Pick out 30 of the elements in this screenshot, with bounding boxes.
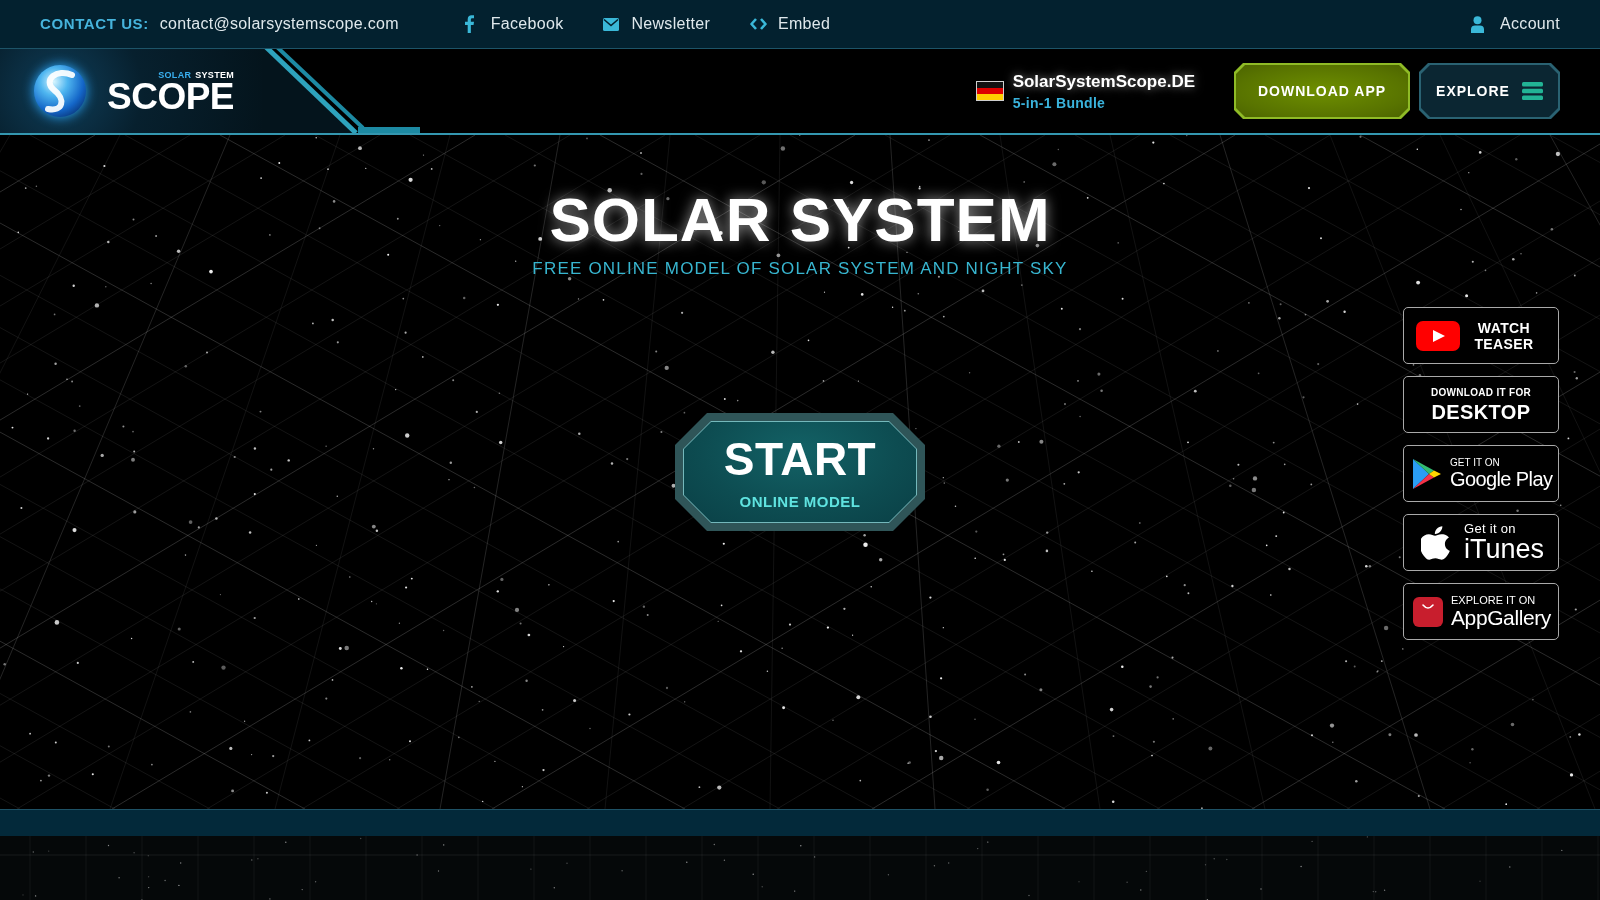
video-play-icon <box>1416 320 1460 351</box>
embed-link[interactable]: Embed <box>750 12 831 36</box>
hero-title: SOLAR SYSTEM <box>549 189 1051 251</box>
person-icon <box>1471 15 1485 33</box>
newsletter-link[interactable]: Newsletter <box>603 12 710 36</box>
envelope-icon <box>603 17 620 31</box>
facebook-icon <box>464 15 474 33</box>
play-triangle-icon <box>1412 457 1442 490</box>
contact-label: CONTACT US: <box>40 13 149 34</box>
menu-icon <box>1521 82 1543 100</box>
hero-subtitle: FREE ONLINE MODEL OF SOLAR SYSTEM AND NIGHT SKY <box>532 260 1068 277</box>
app-tile-icon <box>1413 596 1443 627</box>
logo-caption: SOLAR SYSTEM <box>158 71 235 80</box>
desktop-download-button[interactable]: DOWNLOAD IT FOR DESKTOP <box>1403 376 1559 433</box>
explore-button[interactable]: EXPLORE <box>1419 63 1560 119</box>
logo-wordmark: SCOPE <box>107 81 235 113</box>
code-icon <box>750 18 767 30</box>
itunes-button[interactable]: Get it on iTunes <box>1403 514 1559 571</box>
start-button[interactable]: START ONLINE MODEL <box>675 413 925 531</box>
account-link[interactable]: Account <box>1471 12 1560 36</box>
promo-link[interactable]: SolarSystemScope.DE 5-in-1 Bundle <box>975 72 1195 110</box>
sphere-logo-icon[interactable] <box>33 64 87 118</box>
appgallery-button[interactable]: EXPLORE IT ON AppGallery <box>1403 583 1559 640</box>
email-link[interactable]: contact@solarsystemscope.com <box>159 12 399 36</box>
flag-icon <box>975 81 1004 101</box>
apple-icon <box>1421 525 1452 560</box>
facebook-link[interactable]: Facebook <box>464 12 564 36</box>
watch-teaser-button[interactable]: WATCH TEASER <box>1403 307 1559 364</box>
download-app-button[interactable]: DOWNLOAD APP <box>1234 63 1410 119</box>
google-play-button[interactable]: GET IT ON Google Play <box>1403 445 1559 502</box>
